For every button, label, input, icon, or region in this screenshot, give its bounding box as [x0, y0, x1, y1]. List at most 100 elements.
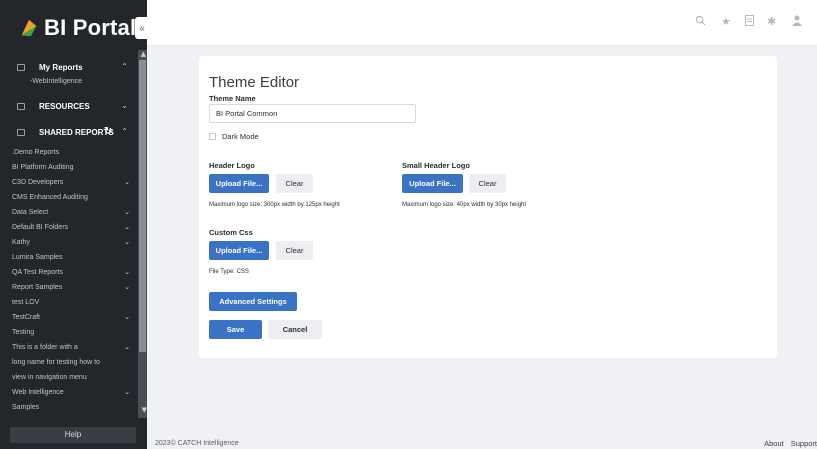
chevron-down-icon[interactable]: ⌄: [124, 310, 130, 325]
custom-css-clear-button[interactable]: Clear: [276, 241, 313, 260]
sidebar-tree-item[interactable]: Default BI Folders ⌄: [12, 220, 134, 235]
grid-icon: [17, 129, 25, 136]
small-header-logo-hint: Maximum logo size: 40px width by 30px he…: [402, 202, 527, 208]
sidebar-tree-item[interactable]: Samples: [12, 400, 134, 415]
header-logo-clear-button[interactable]: Clear: [276, 174, 313, 193]
sidebar-section-my-reports[interactable]: My Reports ⌃ -WebIntelligence: [0, 60, 136, 88]
help-button[interactable]: Help: [10, 427, 136, 443]
sidebar-section-resources[interactable]: RESOURCES ⌄: [0, 99, 136, 115]
sidebar-tree-item[interactable]: Lumira Samples: [12, 250, 134, 265]
theme-name-input[interactable]: BI Portal Common: [209, 104, 416, 123]
sidebar-section-label: RESOURCES: [39, 102, 90, 111]
theme-editor-card: Theme Editor Theme Name BI Portal Common…: [199, 56, 777, 358]
sidebar-tree-item[interactable]: BI Platform Auditing: [12, 160, 134, 175]
small-header-logo-upload-button[interactable]: Upload File...: [402, 174, 463, 193]
top-bar: ★ ✱: [147, 0, 817, 46]
small-header-logo-label: Small Header Logo: [402, 161, 470, 170]
chevron-down-icon[interactable]: ⌄: [124, 235, 130, 250]
sidebar-tree-item-label: Testing: [12, 329, 35, 336]
sidebar-tree-item-label: C3D Developers: [12, 179, 64, 186]
sidebar-tree-item[interactable]: CMS Enhanced Auditing: [12, 190, 134, 205]
sidebar-tree-item[interactable]: TestCraft ⌄: [12, 310, 134, 325]
sidebar-tree-item[interactable]: Web Intelligence ⌄: [12, 385, 134, 400]
chevron-down-icon[interactable]: ⌄: [124, 385, 130, 400]
chevron-down-icon[interactable]: ⌄: [124, 175, 130, 190]
star-icon[interactable]: ★: [721, 15, 731, 28]
sidebar-tree-item-label: Lumira Samples: [12, 254, 63, 261]
chevron-down-icon[interactable]: ⌄: [124, 205, 130, 220]
footer-links: About Support: [757, 439, 817, 448]
sidebar-tree-item-label: TestCraft: [12, 314, 41, 321]
user-icon[interactable]: [792, 15, 802, 29]
chevron-down-icon[interactable]: ⌄: [121, 101, 128, 110]
scroll-up-icon[interactable]: ▲: [141, 50, 146, 58]
chevron-down-icon[interactable]: ⌄: [124, 280, 130, 295]
sidebar-tree-item-label: test LOV: [12, 299, 40, 306]
dark-mode-label: Dark Mode: [222, 132, 259, 141]
sidebar-tree-item[interactable]: .Demo Reports: [12, 145, 134, 160]
header-logo-upload-button[interactable]: Upload File...: [209, 174, 269, 193]
chevron-down-icon[interactable]: ⌄: [124, 415, 130, 418]
search-icon[interactable]: [695, 15, 706, 29]
chevron-down-icon[interactable]: ⌄: [124, 220, 130, 235]
scrollbar-thumb[interactable]: [139, 60, 146, 352]
cancel-button[interactable]: Cancel: [268, 320, 322, 339]
sidebar-tree-item-label: Web Intelligence: [12, 389, 64, 396]
dark-mode-checkbox[interactable]: [209, 133, 216, 140]
sidebar-tree-item-label: CMS Enhanced Auditing: [12, 194, 88, 201]
sidebar-tree-item-label: Samples: [12, 404, 40, 411]
sidebar-tree-item-label: Data Select: [12, 209, 49, 216]
resources-icon: [17, 103, 25, 110]
about-link[interactable]: About: [764, 439, 784, 448]
refresh-icon[interactable]: ↻: [104, 126, 112, 137]
sidebar-tree-item[interactable]: QA Test Reports ⌄: [12, 265, 134, 280]
sidebar-tree-item-label: long name for testing how to: [12, 359, 100, 366]
sidebar-section-shared-reports[interactable]: SHARED REPORTS ↻ ⌃: [0, 125, 136, 141]
folder-icon: [17, 64, 25, 71]
sidebar-tree-item-label: BI Platform Auditing: [12, 164, 74, 171]
custom-css-upload-button[interactable]: Upload File...: [209, 241, 269, 260]
sidebar-tree-item-label: view in navigation menu: [12, 374, 87, 381]
save-button[interactable]: Save: [209, 320, 262, 339]
sidebar-tree-item-label: Default BI Folders: [12, 224, 69, 231]
sidebar-tree-item[interactable]: Report Samples ⌄: [12, 280, 134, 295]
sidebar-tree-item[interactable]: Data Select ⌄: [12, 205, 134, 220]
sidebar-tree-item[interactable]: C3D Developers ⌄: [12, 175, 134, 190]
footer-copyright: 2023© CATCH Intelligence: [155, 440, 239, 447]
sidebar-tree-item[interactable]: Kathy ⌄: [12, 235, 134, 250]
sidebar-tree-item[interactable]: test LOV: [12, 295, 134, 310]
header-logo-hint: Maximum logo size: 300px width by 125px …: [209, 202, 340, 208]
sidebar-item-webintelligence[interactable]: -WebIntelligence: [0, 76, 136, 88]
sidebar-tree-item[interactable]: long name for testing how to: [12, 355, 134, 370]
sidebar-tree-item-label: Report Samples: [12, 284, 63, 291]
chevron-down-icon[interactable]: ⌄: [124, 340, 130, 355]
sidebar-tree-item-label: Kathy: [12, 239, 30, 246]
sidebar-tree-item[interactable]: view in navigation menu: [12, 370, 134, 385]
brand[interactable]: BI Portal: [18, 14, 136, 42]
sidebar-scrollbar[interactable]: ▲ ▼: [138, 50, 147, 418]
header-logo-label: Header Logo: [209, 161, 255, 170]
chevron-up-icon[interactable]: ⌃: [121, 127, 128, 136]
sidebar: BI Portal « My Reports ⌃ -WebIntelligenc…: [0, 0, 149, 449]
scroll-down-icon[interactable]: ▼: [142, 406, 147, 414]
gear-icon[interactable]: ✱: [767, 15, 776, 28]
sidebar-section-label: My Reports: [39, 63, 83, 72]
document-icon[interactable]: [745, 15, 754, 29]
theme-name-label: Theme Name: [209, 94, 256, 103]
sidebar-tree-item[interactable]: This is a folder with a ⌄: [12, 340, 134, 355]
advanced-settings-button[interactable]: Advanced Settings: [209, 292, 297, 311]
small-header-logo-clear-button[interactable]: Clear: [469, 174, 506, 193]
sidebar-tree-item[interactable]: Testing: [12, 325, 134, 340]
sidebar-scroll-area: My Reports ⌃ -WebIntelligence RESOURCES …: [0, 50, 147, 418]
sidebar-tree-item-label: This is a folder with a: [12, 344, 78, 351]
page-title: Theme Editor: [209, 74, 300, 91]
chevron-up-icon[interactable]: ⌃: [121, 62, 128, 71]
app-root: BI Portal « My Reports ⌃ -WebIntelligenc…: [0, 0, 817, 449]
custom-css-label: Custom Css: [209, 228, 253, 237]
sidebar-tree-item[interactable]: Workflow Assistant⌄: [12, 415, 134, 418]
sidebar-tree-item-label: .Demo Reports: [12, 149, 60, 156]
sidebar-tree-item-label: QA Test Reports: [12, 269, 63, 276]
support-link[interactable]: Support: [791, 439, 817, 448]
sidebar-section-label: SHARED REPORTS: [39, 128, 114, 137]
chevron-down-icon[interactable]: ⌄: [124, 265, 130, 280]
